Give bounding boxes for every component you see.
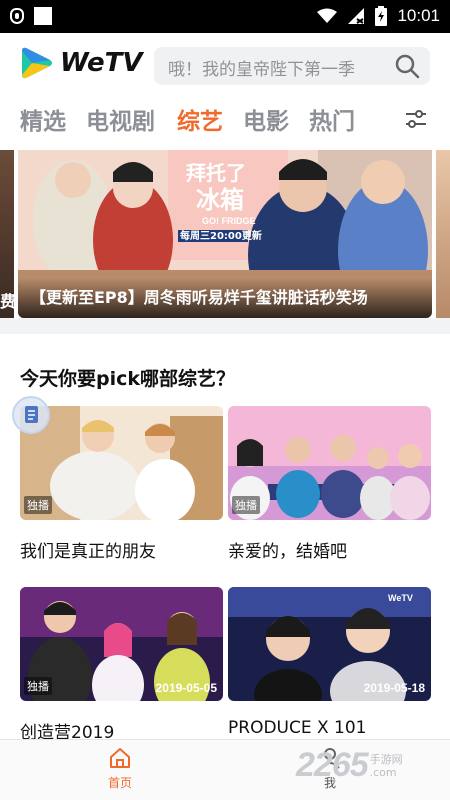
category-tabs: 精选 电视剧 综艺 电影 热门 — [0, 98, 450, 144]
banner-prev-slide[interactable]: 费 — [0, 150, 17, 318]
site-watermark: 2265 手游网 .com — [296, 746, 403, 785]
banner-caption-bar: 【更新至EP8】周冬雨听易烊千玺讲脏话秒笑场 — [18, 278, 432, 318]
wifi-icon — [317, 8, 338, 23]
banner-schedule-text: 每周三20:00更新 — [180, 229, 262, 242]
card-title[interactable]: PRODUCE X 101 — [228, 718, 367, 738]
floating-note-button[interactable] — [12, 396, 50, 434]
prev-slide-caption: 费 — [0, 292, 17, 311]
card-thumbnail[interactable]: 独播 — [20, 406, 223, 520]
tab-variety[interactable]: 综艺 — [177, 102, 223, 136]
watermark-line1: 手游网 — [369, 752, 403, 766]
banner-show-subtitle: GO! FRIDGE — [202, 216, 256, 226]
watermark-number: 2265 — [296, 746, 369, 784]
card-thumbnail[interactable]: 独播 — [228, 406, 431, 520]
card-thumbnail[interactable]: 独播 2019-05-05 — [20, 587, 223, 701]
card-title[interactable]: 我们是真正的朋友 — [20, 537, 156, 562]
banner-show-title-part2: 冰箱 — [196, 186, 244, 214]
section-divider — [0, 318, 450, 334]
search-icon[interactable] — [394, 53, 420, 79]
banner-caption: 【更新至EP8】周冬雨听易烊千玺讲脏话秒笑场 — [30, 288, 368, 307]
nav-home[interactable]: 首页 — [100, 746, 140, 791]
section-title: 今天你要pick哪部综艺？ — [20, 368, 236, 390]
banner-next-slide[interactable] — [436, 150, 450, 318]
card-watermark: WeTV — [388, 593, 413, 603]
nav-home-label: 首页 — [107, 776, 132, 790]
banner-carousel[interactable]: 费 拜托了 冰箱 GO! FRIDGE 每周三20:00更新 【更新至EP8】周… — [0, 146, 450, 318]
watermark-line2: .com — [369, 765, 397, 779]
tab-movies[interactable]: 电影 — [243, 102, 289, 136]
banner-show-title-part1: 拜托了 — [186, 161, 246, 185]
logo-text: WeTV — [60, 48, 143, 78]
wetv-logo-icon — [22, 47, 52, 79]
exclusive-badge: 独播 — [24, 496, 52, 514]
release-date: 2019-05-05 — [155, 681, 217, 695]
signal-icon — [348, 8, 365, 24]
tab-featured[interactable]: 精选 — [20, 102, 66, 136]
home-icon — [110, 748, 130, 768]
card-thumbnail[interactable]: WeTV 2019-05-18 — [228, 587, 431, 701]
battery-icon — [375, 6, 388, 26]
exclusive-badge: 独播 — [24, 677, 52, 695]
status-time: 10:01 — [397, 6, 440, 25]
app-header: WeTV 哦！我的皇帝陛下第一季 — [0, 33, 450, 93]
exclusive-badge: 独播 — [232, 496, 260, 514]
shield-icon — [10, 8, 24, 24]
card-title[interactable]: 亲爱的，结婚吧 — [228, 537, 347, 562]
notification-icon — [34, 7, 52, 25]
wetv-logo[interactable]: WeTV — [18, 47, 143, 79]
search-placeholder: 哦！我的皇帝陛下第一季 — [168, 60, 355, 80]
release-date: 2019-05-18 — [363, 681, 425, 695]
banner-image[interactable]: 拜托了 冰箱 GO! FRIDGE 每周三20:00更新 【更新至EP8】周冬雨… — [18, 150, 432, 318]
search-input[interactable]: 哦！我的皇帝陛下第一季 — [154, 47, 430, 85]
tab-trending[interactable]: 热门 — [309, 102, 355, 136]
filter-icon[interactable] — [404, 108, 428, 130]
status-bar: 10:01 — [0, 0, 450, 33]
tab-tv-series[interactable]: 电视剧 — [86, 102, 155, 136]
watermark-text: 手游网 .com — [370, 753, 403, 779]
document-icon — [25, 406, 38, 423]
